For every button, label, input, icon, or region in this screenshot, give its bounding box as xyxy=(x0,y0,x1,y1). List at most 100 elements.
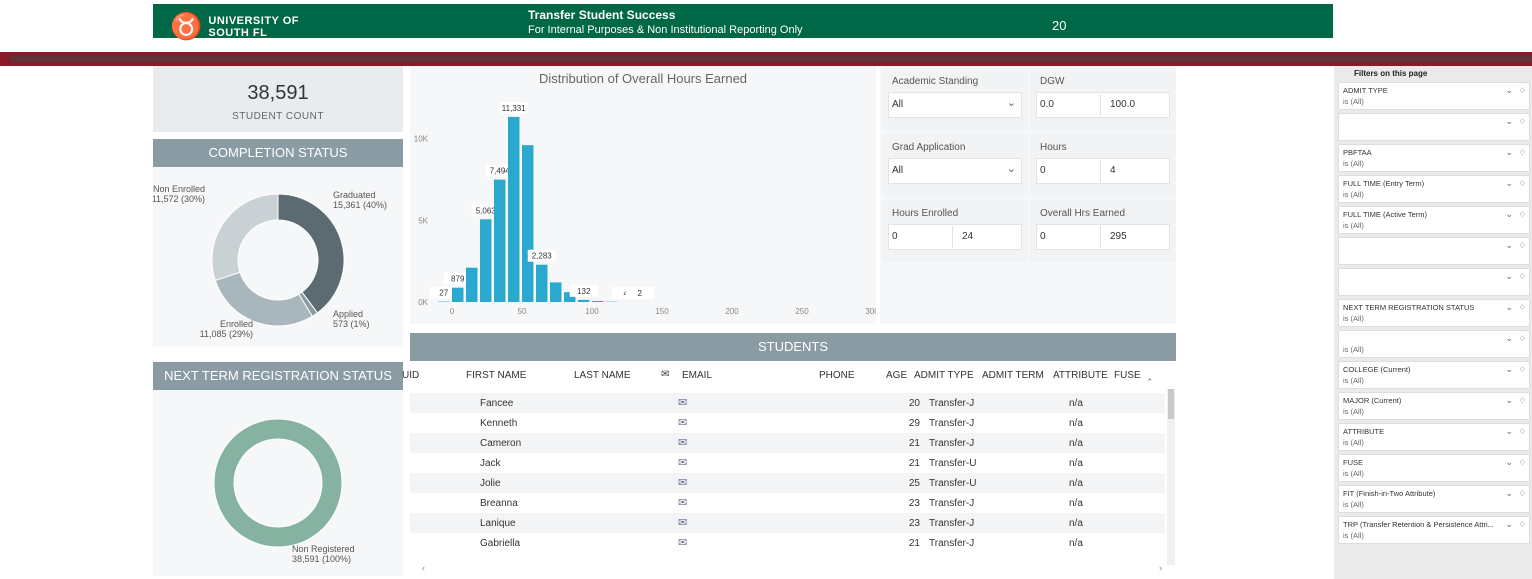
dgw-range-input[interactable] xyxy=(1036,92,1170,118)
grad-application-dropdown[interactable] xyxy=(888,158,1022,184)
chevron-down-icon[interactable]: ⌄ xyxy=(1505,488,1513,499)
donut-slice-non-registered[interactable] xyxy=(213,418,343,548)
chevron-down-icon[interactable]: ⌄ xyxy=(1505,271,1513,282)
col-admit-term[interactable]: ADMIT TERM xyxy=(982,370,1044,381)
hours-enrolled-range-input[interactable] xyxy=(888,224,1022,250)
next-term-registration-donut[interactable]: Non Registered38,591 (100%) xyxy=(153,390,403,576)
slicer-dgw[interactable]: DGW 0.0 100.0 xyxy=(1030,68,1176,130)
histogram-bar[interactable] xyxy=(592,301,604,302)
chevron-down-icon[interactable]: ⌄ xyxy=(1007,162,1016,175)
col-phone[interactable]: PHONE xyxy=(819,370,855,381)
clear-filter-icon[interactable]: ◇ xyxy=(1520,427,1525,435)
chevron-down-icon[interactable]: ⌄ xyxy=(1505,209,1513,220)
slicer-grad-application[interactable]: Grad Application All ⌄ xyxy=(882,134,1028,196)
students-table[interactable]: UID FIRST NAME LAST NAME ✉ EMAIL PHONE A… xyxy=(402,361,1176,576)
col-admit-type[interactable]: ADMIT TYPE xyxy=(914,370,974,381)
clear-filter-icon[interactable]: ◇ xyxy=(1520,458,1525,466)
histogram-bar[interactable] xyxy=(466,267,478,302)
col-attribute[interactable]: ATTRIBUTE xyxy=(1053,370,1108,381)
vertical-scrollbar[interactable] xyxy=(1167,389,1175,565)
clear-filter-icon[interactable]: ◇ xyxy=(1520,303,1525,311)
col-email[interactable]: EMAIL xyxy=(682,370,712,381)
slicer-academic-standing[interactable]: Academic Standing All ⌄ xyxy=(882,68,1028,130)
filter-card[interactable]: FULL TIME (Active Term) is (All) ⌄ ◇ xyxy=(1338,206,1530,234)
table-row[interactable]: Jolie 25 Transfer-U n/a ✉ xyxy=(410,473,1165,493)
slicer-overall-hrs-earned[interactable]: Overall Hrs Earned 0 295 xyxy=(1030,200,1176,262)
table-row[interactable]: Fancee 20 Transfer-J n/a ✉ xyxy=(410,393,1165,413)
chevron-down-icon[interactable]: ⌄ xyxy=(1505,426,1513,437)
email-icon[interactable]: ✉ xyxy=(678,496,687,509)
filter-card[interactable]: FULL TIME (Entry Term) is (All) ⌄ ◇ xyxy=(1338,175,1530,203)
chevron-down-icon[interactable]: ⌄ xyxy=(1007,96,1016,109)
chevron-down-icon[interactable]: ⌄ xyxy=(1505,519,1513,530)
col-age[interactable]: AGE xyxy=(886,370,907,381)
filter-card[interactable]: FIT (Finish-in-Two Attribute) is (All) ⌄ ◇ xyxy=(1338,485,1530,513)
horizontal-scrollbar[interactable]: ‹ › xyxy=(422,563,1162,573)
chevron-down-icon[interactable]: ⌄ xyxy=(1505,302,1513,313)
filter-card[interactable]: FUSE is (All) ⌄ ◇ xyxy=(1338,454,1530,482)
table-row[interactable]: Lanique 23 Transfer-J n/a ✉ xyxy=(410,513,1165,533)
scroll-left-icon[interactable]: ‹ xyxy=(422,563,425,573)
clear-filter-icon[interactable]: ◇ xyxy=(1520,489,1525,497)
clear-filter-icon[interactable]: ◇ xyxy=(1520,334,1525,342)
next-term-registration-donut-card[interactable]: Non Registered 38,591 (100%) xyxy=(153,390,403,576)
chevron-down-icon[interactable]: ⌄ xyxy=(1505,85,1513,96)
chevron-down-icon[interactable]: ⌄ xyxy=(1505,116,1513,127)
table-row[interactable]: Breanna 23 Transfer-J n/a ✉ xyxy=(410,493,1165,513)
table-row[interactable]: Cameron 21 Transfer-J n/a ✉ xyxy=(410,433,1165,453)
overall-hrs-earned-range-input[interactable] xyxy=(1036,224,1170,250)
completion-status-donut[interactable]: Graduated15,361 (40%) Applied573 (1%) Enro… xyxy=(153,167,403,347)
histogram-bar[interactable] xyxy=(536,264,548,302)
donut-slice-graduated[interactable] xyxy=(277,193,345,314)
col-first-name[interactable]: FIRST NAME xyxy=(466,370,526,381)
clear-filter-icon[interactable]: ◇ xyxy=(1520,520,1525,528)
clear-filter-icon[interactable]: ◇ xyxy=(1520,241,1525,249)
slicer-hours[interactable]: Hours 0 4 xyxy=(1030,134,1176,196)
histogram-bar[interactable] xyxy=(494,179,506,302)
filter-card[interactable]: MAJOR (Current) is (All) ⌄ ◇ xyxy=(1338,392,1530,420)
donut-slice-non-enrolled[interactable] xyxy=(211,193,279,281)
sort-caret-icon[interactable]: ‸ xyxy=(1148,370,1151,381)
filter-card[interactable]: NEXT TERM REGISTRATION STATUS is (All) ⌄ ◇ xyxy=(1338,299,1530,327)
clear-filter-icon[interactable]: ◇ xyxy=(1520,148,1525,156)
academic-standing-dropdown[interactable] xyxy=(888,92,1022,118)
histogram-bar[interactable] xyxy=(480,219,492,302)
email-icon[interactable]: ✉ xyxy=(678,456,687,469)
filter-card[interactable]: TRP (Transfer Retention & Persistence At… xyxy=(1338,516,1530,544)
email-icon[interactable]: ✉ xyxy=(678,476,687,489)
chevron-down-icon[interactable]: ⌄ xyxy=(1505,240,1513,251)
clear-filter-icon[interactable]: ◇ xyxy=(1520,210,1525,218)
filter-card[interactable]: is (All) ⌄ ◇ xyxy=(1338,330,1530,358)
filter-card[interactable]: ADMIT TYPE is (All) ⌄ ◇ xyxy=(1338,82,1530,110)
chevron-down-icon[interactable]: ⌄ xyxy=(1505,457,1513,468)
table-row[interactable]: Kenneth 29 Transfer-J n/a ✉ xyxy=(410,413,1165,433)
chevron-down-icon[interactable]: ⌄ xyxy=(1505,364,1513,375)
chevron-down-icon[interactable]: ⌄ xyxy=(1505,333,1513,344)
histogram-bar[interactable] xyxy=(578,299,590,302)
filter-card[interactable]: PBFTAA is (All) ⌄ ◇ xyxy=(1338,144,1530,172)
chevron-down-icon[interactable]: ⌄ xyxy=(1505,178,1513,189)
filter-card[interactable]: ⌄ ◇ xyxy=(1338,237,1530,265)
histogram-bar[interactable] xyxy=(452,287,464,302)
filter-card[interactable]: COLLEGE (Current) is (All) ⌄ ◇ xyxy=(1338,361,1530,389)
filter-card[interactable]: ⌄ ◇ xyxy=(1338,268,1530,296)
col-uid[interactable]: UID xyxy=(402,370,419,381)
histogram-bar[interactable] xyxy=(508,116,520,302)
donut-slice-enrolled[interactable] xyxy=(214,271,314,327)
clear-filter-icon[interactable]: ◇ xyxy=(1520,179,1525,187)
completion-status-donut-card[interactable]: Graduated 15,361 (40%) Applied 573 (1%) Enro… xyxy=(153,167,403,347)
email-icon[interactable]: ✉ xyxy=(678,396,687,409)
email-icon[interactable]: ✉ xyxy=(678,536,687,549)
filter-card[interactable]: ATTRIBUTE is (All) ⌄ ◇ xyxy=(1338,423,1530,451)
hours-earned-chart[interactable]: 0K 5K 10K 0 50 100 150 200 250 300 27879 5,063 7,494… xyxy=(410,66,876,324)
clear-filter-icon[interactable]: ◇ xyxy=(1520,272,1525,280)
email-icon[interactable]: ✉ xyxy=(678,516,687,529)
clear-filter-icon[interactable]: ◇ xyxy=(1520,117,1525,125)
chevron-down-icon[interactable]: ⌄ xyxy=(1505,147,1513,158)
hours-range-input[interactable] xyxy=(1036,158,1170,184)
table-row[interactable]: Jack 21 Transfer-U n/a ✉ xyxy=(410,453,1165,473)
table-row[interactable]: Gabriella 21 Transfer-J n/a ✉ xyxy=(410,533,1165,553)
scroll-right-icon[interactable]: › xyxy=(1159,563,1162,573)
scrollbar-thumb[interactable] xyxy=(1168,389,1174,419)
hours-earned-chart-card[interactable]: Distribution of Overall Hours Earned 0K 5… xyxy=(410,66,876,324)
